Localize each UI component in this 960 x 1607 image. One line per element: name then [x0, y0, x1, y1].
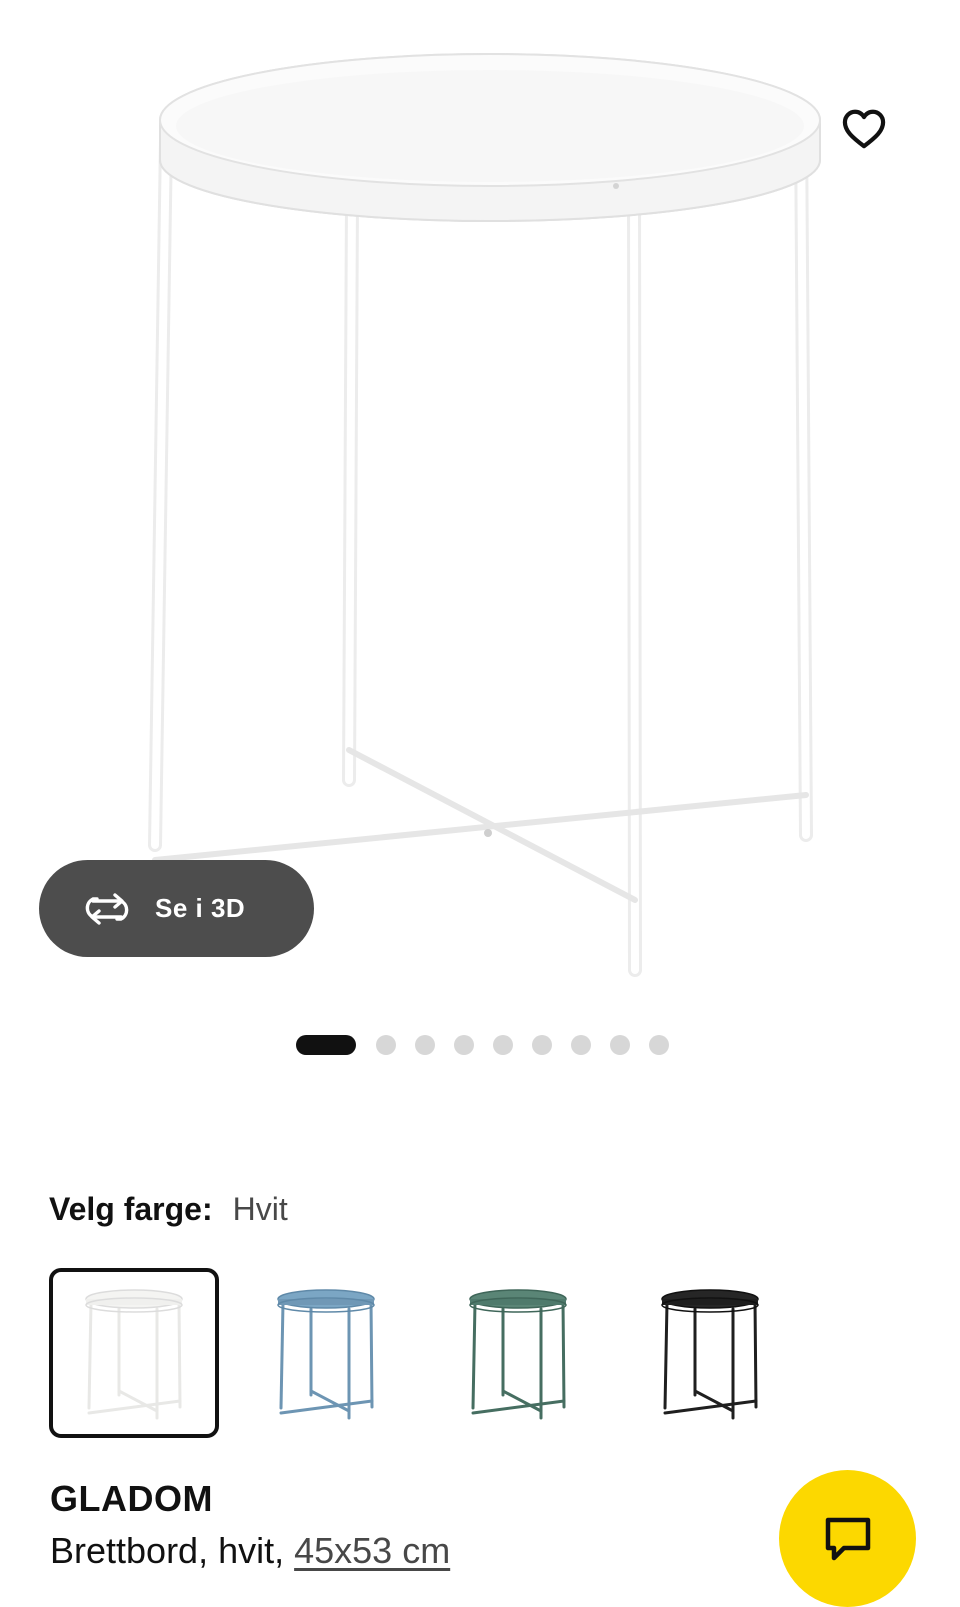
gallery-pagination	[296, 1035, 688, 1055]
product-image-gallery[interactable]: Se i 3D	[0, 0, 960, 1000]
pagination-dot[interactable]	[415, 1035, 435, 1055]
table-thumbnail-blue	[277, 1289, 375, 1420]
favorite-button[interactable]	[836, 100, 892, 156]
pagination-dot[interactable]	[649, 1035, 669, 1055]
pagination-dot[interactable]	[493, 1035, 513, 1055]
table-thumbnail-white	[85, 1289, 183, 1420]
pagination-dot[interactable]	[571, 1035, 591, 1055]
color-swatches	[49, 1268, 817, 1438]
pagination-dot[interactable]	[376, 1035, 396, 1055]
color-swatch-blue[interactable]	[241, 1268, 411, 1438]
selected-color-value: Hvit	[232, 1191, 288, 1227]
pagination-dot[interactable]	[610, 1035, 630, 1055]
color-swatch-black[interactable]	[625, 1268, 795, 1438]
view-3d-label: Se i 3D	[155, 893, 246, 923]
pagination-dot[interactable]	[532, 1035, 552, 1055]
table-thumbnail-green	[469, 1289, 567, 1420]
table-thumbnail-black	[661, 1289, 759, 1420]
pagination-dot-active[interactable]	[296, 1035, 356, 1055]
product-description: Brettbord, hvit, 45x53 cm	[50, 1530, 450, 1572]
product-measurement-link[interactable]: 45x53 cm	[294, 1530, 450, 1571]
color-swatch-white[interactable]	[49, 1268, 219, 1438]
color-label: Velg farge:	[49, 1191, 213, 1227]
color-selector-heading: Velg farge: Hvit	[49, 1191, 288, 1228]
color-swatch-green[interactable]	[433, 1268, 603, 1438]
product-image	[148, 53, 821, 977]
chat-bubble-icon	[825, 1517, 870, 1560]
pagination-dot[interactable]	[454, 1035, 474, 1055]
view-3d-button[interactable]: Se i 3D	[39, 860, 314, 957]
product-type-text: Brettbord, hvit,	[50, 1530, 295, 1571]
rotate-3d-icon	[81, 892, 133, 925]
chat-button[interactable]	[779, 1470, 916, 1607]
heart-outline-icon	[842, 109, 886, 149]
product-name: GLADOM	[50, 1478, 213, 1519]
